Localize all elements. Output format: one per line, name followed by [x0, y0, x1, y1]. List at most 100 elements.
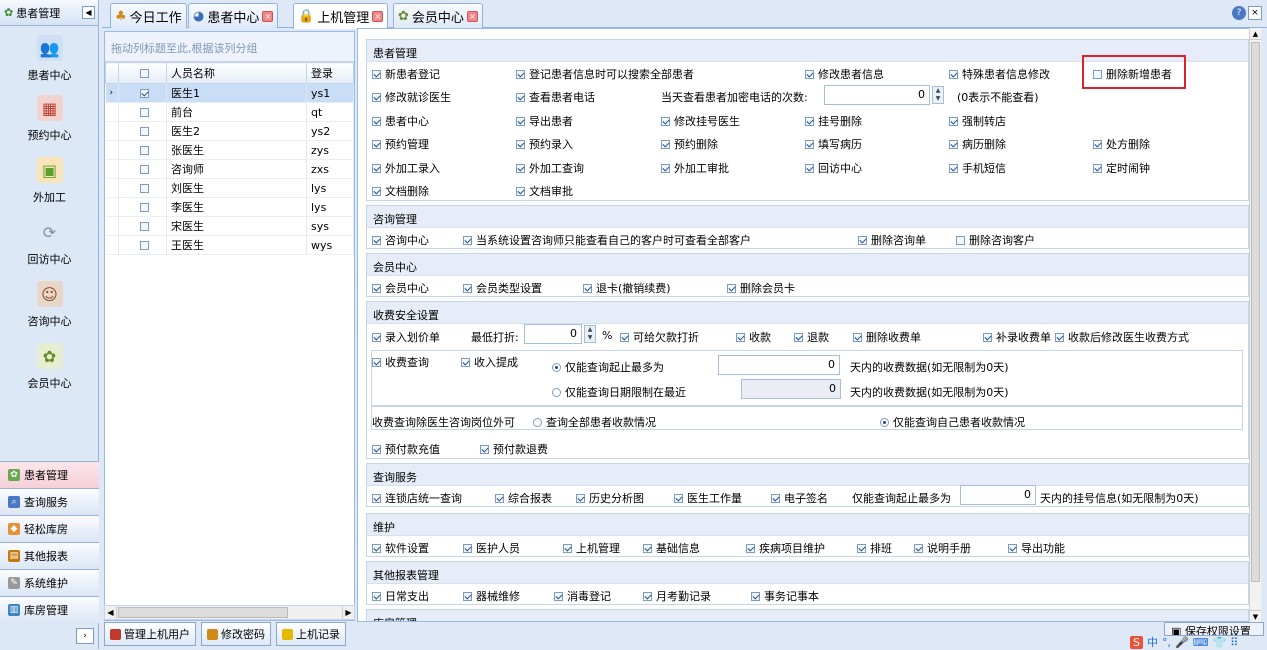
horizontal-scrollbar[interactable]: ◀ ▶ — [104, 605, 355, 620]
table-row[interactable]: 咨询师 zxs — [105, 159, 354, 179]
nav-system-maintenance[interactable]: ✎ 系统维护 — [0, 569, 99, 596]
checkbox[interactable] — [372, 543, 381, 553]
permission-option[interactable]: 预约录入 — [516, 136, 573, 152]
row-select-cell[interactable] — [118, 178, 167, 198]
spin-button[interactable]: ▲ ▼ — [932, 86, 944, 104]
change-password-button[interactable]: 修改密码 — [201, 622, 271, 646]
nav-patient-management[interactable]: ✿ 患者管理 — [0, 461, 99, 488]
permission-option[interactable]: 外加工查询 — [516, 160, 584, 176]
scroll-thumb[interactable] — [118, 607, 288, 618]
row-checkbox[interactable] — [140, 127, 149, 136]
permission-option[interactable]: 外加工审批 — [661, 160, 729, 176]
machine-log-button[interactable]: 上机记录 — [276, 622, 346, 646]
row-select-cell[interactable] — [118, 216, 167, 236]
checkbox[interactable] — [643, 543, 652, 553]
permission-option[interactable]: 事务记事本 — [751, 588, 819, 604]
select-all-checkbox[interactable] — [140, 69, 149, 78]
permission-option[interactable]: 导出患者 — [516, 113, 573, 129]
row-select-cell[interactable] — [118, 140, 167, 160]
checkbox[interactable] — [736, 332, 745, 342]
permission-option[interactable]: 强制转店 — [949, 113, 1006, 129]
permission-option[interactable]: 收款后修改医生收费方式 — [1055, 329, 1189, 345]
ime-toolbar[interactable]: S 中 °, 🎤 ⌨ 👕 ⠿ — [1130, 634, 1238, 650]
table-row[interactable]: 医生2 ys2 — [105, 121, 354, 141]
permission-option[interactable]: 预约删除 — [661, 136, 718, 152]
checkbox[interactable] — [463, 543, 472, 553]
checkbox[interactable] — [563, 543, 572, 553]
checkbox[interactable] — [949, 163, 958, 173]
permission-option[interactable]: 处方删除 — [1093, 136, 1150, 152]
permission-option[interactable]: 上机管理 — [563, 540, 620, 556]
manage-machine-users-button[interactable]: 管理上机用户 — [104, 622, 196, 646]
tab-member-center[interactable]: ✿ 会员中心 × — [393, 3, 483, 28]
checkbox[interactable] — [949, 116, 958, 126]
checkbox[interactable] — [554, 591, 563, 601]
checkbox[interactable] — [661, 139, 670, 149]
skin-icon[interactable]: 👕 — [1213, 636, 1227, 649]
permission-option[interactable]: 仅能查询起止最多为 — [552, 359, 664, 375]
table-row[interactable]: 张医生 zys — [105, 140, 354, 160]
checkbox[interactable] — [463, 235, 472, 245]
table-row[interactable]: 宋医生 sys — [105, 216, 354, 236]
permission-option[interactable]: 文档审批 — [516, 183, 573, 199]
permission-option[interactable]: 说明手册 — [914, 540, 971, 556]
checkbox[interactable] — [516, 139, 525, 149]
permission-option[interactable]: 电子签名 — [771, 490, 828, 506]
nav-member-center[interactable]: ✿ 会员中心 — [0, 343, 99, 391]
select-all-header[interactable] — [118, 62, 167, 84]
checkbox[interactable] — [372, 235, 381, 245]
checkbox[interactable] — [576, 493, 585, 503]
scroll-left-arrow[interactable]: ◀ — [105, 606, 117, 619]
checkbox[interactable] — [643, 591, 652, 601]
row-select-cell[interactable] — [118, 83, 167, 103]
checkbox[interactable] — [771, 493, 780, 503]
permission-option[interactable]: 病历删除 — [949, 136, 1006, 152]
checkbox[interactable] — [949, 69, 958, 79]
number-input[interactable]: 0 — [524, 324, 582, 344]
number-input[interactable]: 0 — [824, 85, 930, 105]
column-header-name[interactable]: 人员名称 — [166, 62, 307, 84]
permission-option[interactable]: 预付款退费 — [480, 441, 548, 457]
checkbox[interactable] — [480, 444, 489, 454]
checkbox[interactable] — [805, 116, 814, 126]
checkbox[interactable] — [516, 92, 525, 102]
close-all-tabs-button[interactable]: × — [1248, 6, 1262, 20]
nav-other-reports[interactable]: ▤ 其他报表 — [0, 542, 99, 569]
checkbox[interactable] — [914, 543, 923, 553]
permission-option[interactable]: 会员中心 — [372, 280, 429, 296]
checkbox[interactable] — [372, 444, 381, 454]
permission-option[interactable]: 修改挂号医生 — [661, 113, 740, 129]
permission-option[interactable]: 仅能查询日期限制在最近 — [552, 384, 686, 400]
checkbox[interactable] — [983, 332, 992, 342]
keyboard-icon[interactable]: ⌨ — [1193, 636, 1209, 649]
nav-patient-center[interactable]: 👥 患者中心 — [0, 35, 99, 83]
scroll-right-arrow[interactable]: ▶ — [342, 606, 354, 619]
checkbox[interactable] — [372, 283, 381, 293]
permission-option[interactable]: 当系统设置咨询师只能查看自己的客户时可查看全部客户 — [463, 232, 751, 248]
checkbox[interactable] — [372, 69, 381, 79]
row-checkbox[interactable] — [140, 165, 149, 174]
permission-option[interactable]: 删除会员卡 — [727, 280, 795, 296]
nav-followup-center[interactable]: ⟳ 回访中心 — [0, 219, 99, 267]
nav-expand-button[interactable]: › — [76, 628, 94, 644]
permission-option[interactable]: 外加工录入 — [372, 160, 440, 176]
permission-option[interactable]: 排班 — [857, 540, 892, 556]
permission-option[interactable]: 退卡(撤销续费) — [583, 280, 671, 296]
checkbox[interactable] — [1093, 163, 1102, 173]
scroll-thumb[interactable] — [1251, 42, 1260, 582]
permission-option[interactable]: 特殊患者信息修改 — [949, 66, 1050, 82]
checkbox[interactable] — [516, 116, 525, 126]
checkbox[interactable] — [858, 235, 867, 245]
permission-option[interactable]: 查询全部患者收款情况 — [533, 414, 656, 430]
checkbox[interactable] — [372, 92, 381, 102]
permission-option[interactable]: 删除咨询客户 — [956, 232, 1035, 248]
checkbox[interactable] — [516, 163, 525, 173]
checkbox[interactable] — [372, 139, 381, 149]
checkbox[interactable] — [372, 357, 381, 367]
row-checkbox[interactable] — [140, 146, 149, 155]
nav-appointment-center[interactable]: ▦ 预约中心 — [0, 95, 99, 143]
permission-option[interactable]: 新患者登记 — [372, 66, 440, 82]
tab-machine-management[interactable]: 🔒 上机管理 × — [293, 3, 389, 29]
permission-option[interactable]: 定时闹钟 — [1093, 160, 1150, 176]
row-checkbox[interactable] — [140, 184, 149, 193]
